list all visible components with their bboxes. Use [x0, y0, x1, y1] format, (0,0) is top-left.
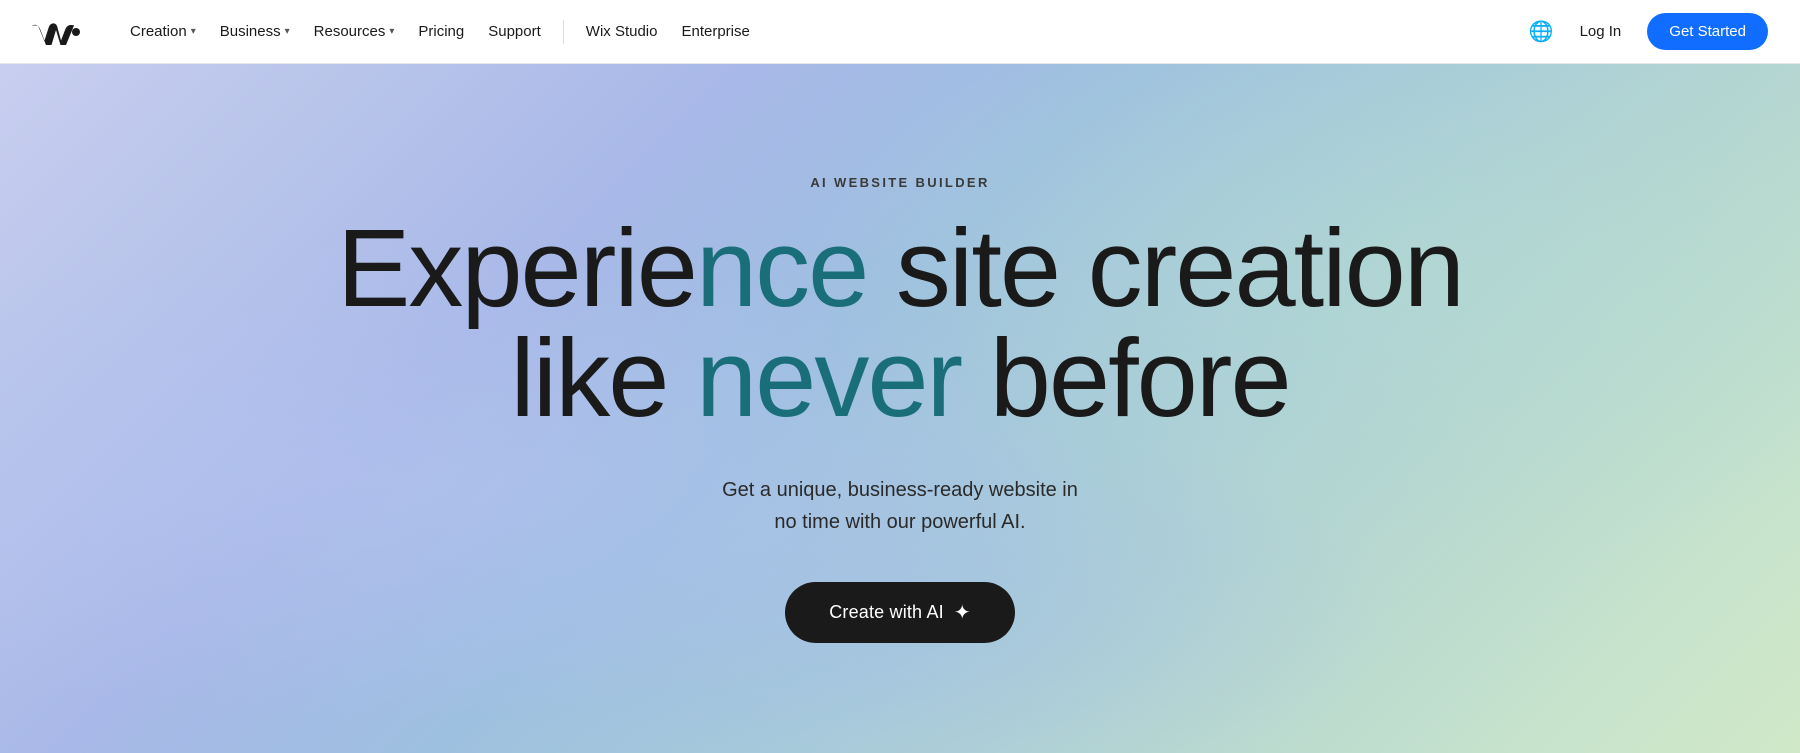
nav-item-pricing[interactable]: Pricing [408, 17, 474, 46]
nav-right: 🌐 Log In Get Started [1529, 13, 1768, 50]
nav-item-resources[interactable]: Resources ▾ [304, 17, 405, 46]
sparkle-icon: ✦ [954, 600, 971, 625]
headline-highlight-never: never [696, 317, 961, 440]
nav-item-creation[interactable]: Creation ▾ [120, 17, 206, 46]
nav-item-enterprise[interactable]: Enterprise [671, 17, 759, 46]
nav-item-wix-studio[interactable]: Wix Studio [576, 17, 668, 46]
hero-headline: Experience site creation like never befo… [50, 214, 1750, 434]
cta-label: Create with AI [829, 602, 944, 623]
hero-subtext: Get a unique, business-ready website in … [722, 474, 1078, 538]
wix-logo[interactable] [32, 19, 80, 45]
create-with-ai-button[interactable]: Create with AI ✦ [785, 582, 1015, 643]
chevron-down-icon: ▾ [191, 26, 196, 37]
nav-item-support[interactable]: Support [478, 17, 551, 46]
nav-links: Creation ▾ Business ▾ Resources ▾ Pricin… [120, 17, 1497, 46]
get-started-button[interactable]: Get Started [1647, 13, 1768, 50]
chevron-down-icon: ▾ [285, 26, 290, 37]
nav-divider [563, 20, 564, 44]
navbar: Creation ▾ Business ▾ Resources ▾ Pricin… [0, 0, 1800, 64]
headline-highlight-nce: nce [696, 207, 867, 330]
hero-eyebrow: AI WEBSITE BUILDER [810, 175, 989, 190]
globe-icon[interactable]: 🌐 [1529, 19, 1554, 44]
login-link[interactable]: Log In [1570, 17, 1632, 46]
chevron-down-icon: ▾ [389, 26, 394, 37]
hero-section: AI WEBSITE BUILDER Experience site creat… [0, 64, 1800, 753]
nav-item-business[interactable]: Business ▾ [210, 17, 300, 46]
hero-headline-line2: like never before [50, 324, 1750, 434]
hero-headline-line1: Experience site creation [50, 214, 1750, 324]
hero-content: AI WEBSITE BUILDER Experience site creat… [0, 175, 1800, 643]
